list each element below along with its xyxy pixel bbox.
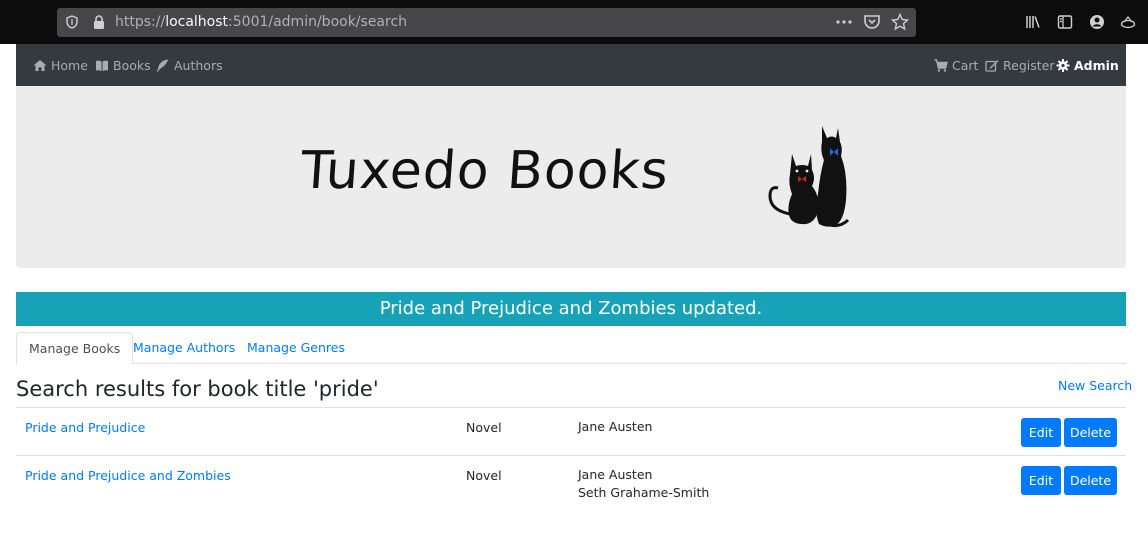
- table-row: Pride and Prejudice and Zombies Novel Ja…: [16, 455, 1126, 511]
- nav-authors[interactable]: Authors: [156, 58, 223, 73]
- author-name: Jane Austen: [578, 467, 653, 482]
- tab-manage-books[interactable]: Manage Books: [16, 332, 134, 365]
- extension-icon[interactable]: [1120, 14, 1136, 30]
- admin-tabs: Manage Books Manage Authors Manage Genre…: [16, 332, 1126, 365]
- star-icon[interactable]: [891, 13, 909, 31]
- new-search-link[interactable]: New Search: [1058, 378, 1132, 393]
- nav-admin[interactable]: Admin: [1056, 58, 1119, 73]
- book-genre: Novel: [466, 420, 502, 435]
- delete-button[interactable]: Delete: [1064, 418, 1117, 447]
- tab-manage-authors[interactable]: Manage Authors: [121, 332, 247, 364]
- feather-icon: [156, 59, 169, 72]
- book-authors: Jane Austen Seth Grahame-Smith: [578, 466, 709, 502]
- nav-register-label: Register: [1003, 58, 1055, 73]
- edit-button[interactable]: Edit: [1021, 466, 1061, 495]
- book-title-link[interactable]: Pride and Prejudice and Zombies: [25, 468, 231, 483]
- success-alert: Pride and Prejudice and Zombies updated.: [16, 292, 1126, 326]
- book-title-link[interactable]: Pride and Prejudice: [25, 420, 145, 435]
- book-authors: Jane Austen: [578, 418, 652, 436]
- lock-icon[interactable]: [93, 15, 105, 30]
- browser-toolbar: https://localhost:5001/admin/book/search: [0, 0, 1148, 44]
- results-table: Pride and Prejudice Novel Jane Austen Ed…: [16, 407, 1126, 511]
- site-navbar: Home Books Authors Cart Register Admin: [16, 44, 1126, 86]
- book-genre: Novel: [466, 468, 502, 483]
- nav-admin-label: Admin: [1074, 58, 1119, 73]
- nav-authors-label: Authors: [174, 58, 223, 73]
- shield-icon[interactable]: [66, 15, 78, 29]
- nav-cart[interactable]: Cart: [934, 58, 978, 73]
- nav-home-label: Home: [51, 58, 88, 73]
- nav-books-label: Books: [113, 58, 151, 73]
- nav-register[interactable]: Register: [985, 58, 1054, 73]
- hero-banner: Tuxedo Books: [16, 86, 1126, 268]
- edit-button[interactable]: Edit: [1021, 418, 1061, 447]
- author-name: Jane Austen: [578, 419, 653, 434]
- table-row: Pride and Prejudice Novel Jane Austen Ed…: [16, 407, 1126, 455]
- gear-icon: [1056, 59, 1070, 72]
- pocket-icon[interactable]: [863, 13, 881, 31]
- library-icon[interactable]: [1025, 14, 1041, 30]
- url-text[interactable]: https://localhost:5001/admin/book/search: [115, 14, 407, 30]
- tuxedo-cats-icon: [768, 126, 849, 227]
- nav-books[interactable]: Books: [95, 58, 151, 73]
- cart-icon: [934, 59, 948, 72]
- home-icon: [33, 60, 47, 71]
- logo-text: Tuxedo Books: [298, 141, 671, 201]
- sidebar-icon[interactable]: [1057, 14, 1073, 30]
- nav-home[interactable]: Home: [33, 58, 88, 73]
- book-icon: [96, 60, 108, 71]
- address-bar[interactable]: https://localhost:5001/admin/book/search: [57, 8, 916, 37]
- nav-cart-label: Cart: [952, 58, 979, 73]
- page-title: Search results for book title 'pride': [16, 377, 379, 401]
- author-name: Seth Grahame-Smith: [578, 485, 710, 500]
- edit-icon: [985, 60, 999, 72]
- delete-button[interactable]: Delete: [1064, 466, 1117, 495]
- account-icon[interactable]: [1089, 14, 1105, 30]
- more-icon[interactable]: [835, 13, 853, 31]
- tab-manage-genres[interactable]: Manage Genres: [235, 332, 357, 364]
